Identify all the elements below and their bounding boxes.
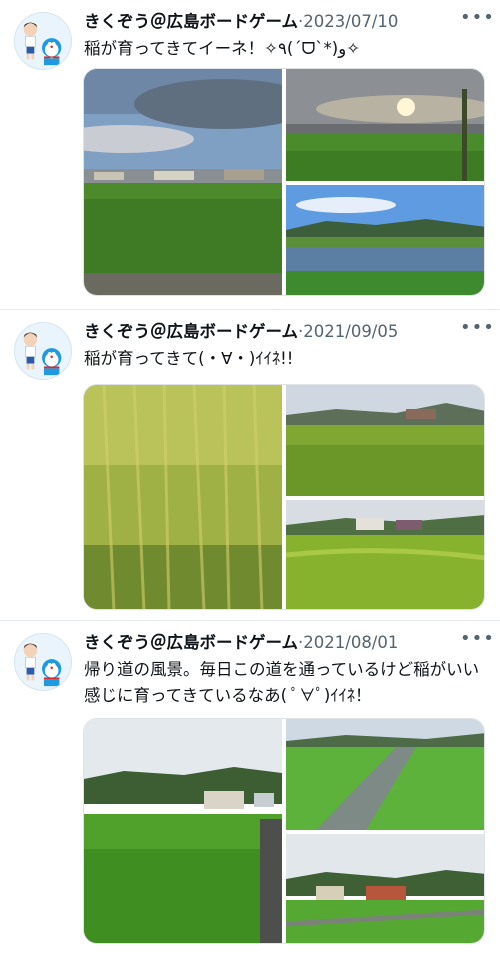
photo-grid	[83, 384, 485, 610]
tweet-date[interactable]: 2023/07/10	[303, 12, 398, 31]
photo-rice-field-cloudy-sky[interactable]	[84, 69, 282, 295]
avatar[interactable]	[14, 322, 72, 380]
photo-paddy-road-rows[interactable]	[286, 719, 484, 830]
avatar-icon	[15, 323, 71, 379]
photo-grid	[83, 68, 485, 296]
tweet-date[interactable]: 2021/08/01	[303, 633, 398, 652]
tweet-text: 帰り道の風景。毎日この道を通っているけど稲がいい感じに育ってきているなあ( ﾟ∀…	[84, 660, 480, 705]
tweet-header: きくぞう＠広島ボードゲーム·2023/07/10	[84, 10, 464, 34]
photo-paddy-farmhouse-hills[interactable]	[286, 834, 484, 943]
photo-green-rice-field-houses[interactable]	[84, 719, 282, 943]
tweet-header: きくぞう＠広島ボードゲーム·2021/09/05	[84, 320, 464, 344]
more-options-icon[interactable]: •••	[460, 319, 494, 340]
avatar-icon	[15, 13, 71, 69]
more-options-icon[interactable]: •••	[460, 630, 494, 651]
photo-rice-field-houses[interactable]	[286, 385, 484, 496]
author-name[interactable]: きくぞう＠広島ボードゲーム	[84, 322, 298, 341]
avatar[interactable]	[14, 12, 72, 70]
tweet-text: 稲が育ってきて(・∀・)ｲｲﾈ!!	[84, 349, 294, 368]
photo-grid	[83, 718, 485, 944]
avatar-icon	[15, 634, 71, 690]
tweet[interactable]: きくぞう＠広島ボードゲーム·2023/07/10 ••• 稲が育ってきてイーネ！…	[0, 0, 500, 309]
tweet[interactable]: きくぞう＠広島ボードゲーム·2021/09/05 ••• 稲が育ってきて(・∀・…	[0, 310, 500, 620]
tweet-header: きくぞう＠広島ボードゲーム·2021/08/01	[84, 631, 464, 655]
avatar[interactable]	[14, 633, 72, 691]
photo-flooded-paddy-mountains[interactable]	[286, 185, 484, 295]
photo-ripening-rice-closeup[interactable]	[84, 385, 282, 609]
more-options-icon[interactable]: •••	[460, 9, 494, 30]
photo-rice-terraces-village[interactable]	[286, 500, 484, 609]
tweet-date[interactable]: 2021/09/05	[303, 322, 398, 341]
tweet[interactable]: きくぞう＠広島ボードゲーム·2021/08/01 ••• 帰り道の風景。毎日この…	[0, 621, 500, 954]
photo-rice-field-sunset[interactable]	[286, 69, 484, 181]
author-name[interactable]: きくぞう＠広島ボードゲーム	[84, 633, 298, 652]
tweet-text: 稲が育ってきてイーネ！✧٩(ˊᗜˋ*)و✧	[84, 39, 361, 58]
author-name[interactable]: きくぞう＠広島ボードゲーム	[84, 12, 298, 31]
